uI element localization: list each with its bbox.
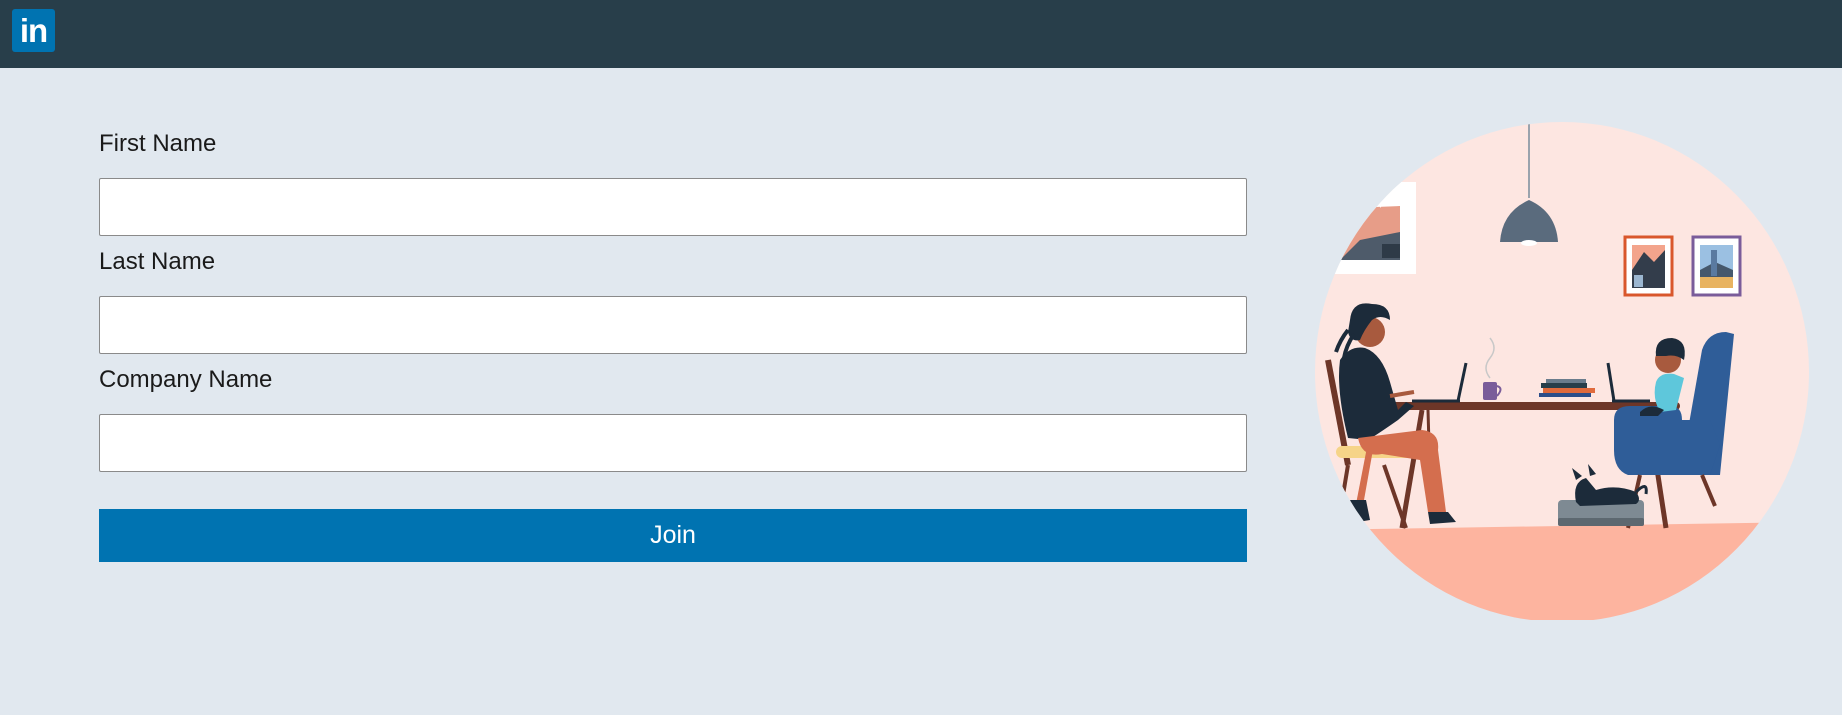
- linkedin-logo-icon[interactable]: in: [12, 9, 55, 52]
- last-name-label: Last Name: [99, 248, 216, 275]
- join-button[interactable]: Join: [99, 509, 1247, 562]
- first-name-input[interactable]: [99, 178, 1247, 236]
- company-name-label: Company Name: [99, 366, 273, 393]
- last-name-input[interactable]: [99, 296, 1247, 354]
- wall-frame-purple: [1691, 235, 1742, 297]
- floor: [1315, 522, 1809, 620]
- people-working-at-table-illustration: [1315, 122, 1809, 620]
- wall-painting-left: [1315, 182, 1416, 274]
- first-name-label: First Name: [99, 130, 217, 157]
- top-navigation-bar: in: [0, 0, 1842, 68]
- wall-frame-orange: [1623, 235, 1674, 297]
- signup-form: First Name Last Name Company Name Join: [99, 128, 1247, 562]
- company-name-input[interactable]: [99, 414, 1247, 472]
